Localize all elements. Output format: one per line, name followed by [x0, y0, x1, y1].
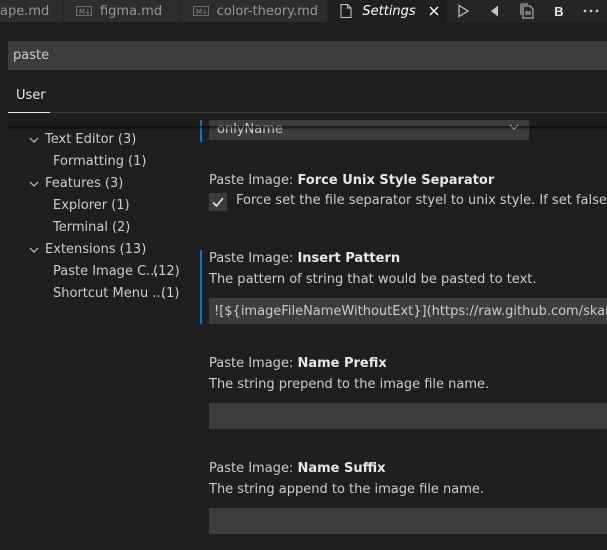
- scope-divider: [8, 112, 607, 113]
- toc-paste-image[interactable]: Paste Image C... (12): [53, 264, 180, 279]
- setting-category: Paste Image:: [209, 251, 298, 266]
- insert-pattern-input[interactable]: ![${imageFileNameWithoutExt}](https://ra…: [209, 298, 607, 324]
- tab-label: Settings: [362, 3, 416, 19]
- toc-label: Terminal: [53, 220, 108, 235]
- more-icon[interactable]: [575, 0, 607, 22]
- tab-label: figma.md: [99, 3, 163, 19]
- setting-title: Paste Image: Name Suffix: [209, 461, 386, 476]
- file-icon: [340, 4, 354, 18]
- toc-label: Text Editor: [45, 132, 114, 147]
- setting-title: Paste Image: Force Unix Style Separator: [209, 173, 494, 188]
- name-prefix-input[interactable]: [209, 403, 607, 429]
- tab-label: ape.md: [0, 3, 50, 19]
- toc-label: Paste Image C...: [53, 264, 159, 279]
- setting-description: Force set the file separator styel to un…: [236, 193, 607, 208]
- toc-explorer[interactable]: Explorer (1): [53, 198, 130, 213]
- force-unix-checkbox[interactable]: [209, 193, 227, 211]
- close-icon[interactable]: [426, 3, 442, 19]
- scroll-shadow: [8, 126, 607, 130]
- tab-label: color-theory.md: [216, 3, 319, 19]
- tab-user[interactable]: User: [16, 88, 46, 103]
- toc-count: (1): [128, 154, 147, 169]
- editor-actions: B: [447, 0, 607, 22]
- setting-key: Force Unix Style Separator: [297, 173, 495, 188]
- toc-count: (13): [119, 242, 147, 257]
- editor-tab-bar: ape.md M↓ figma.md M↓ color-theory.md Se…: [0, 0, 607, 22]
- markdown-icon: M↓: [75, 6, 92, 16]
- toc-count: (12): [153, 264, 180, 279]
- toc-label: Formatting: [53, 154, 125, 169]
- toc-formatting[interactable]: Formatting (1): [53, 154, 146, 169]
- focus-indicator: [200, 120, 202, 142]
- toc-features[interactable]: Features (3): [29, 176, 123, 191]
- modified-indicator: [200, 250, 202, 324]
- setting-category: Paste Image:: [209, 461, 298, 476]
- bold-icon[interactable]: B: [543, 0, 575, 22]
- search-value: paste: [13, 48, 50, 63]
- toc-extensions[interactable]: Extensions (13): [29, 242, 146, 257]
- setting-category: Paste Image:: [209, 356, 298, 371]
- setting-key: Name Prefix: [297, 356, 387, 371]
- open-preview-icon[interactable]: [511, 0, 543, 22]
- bold-label: B: [554, 3, 564, 19]
- chevron-down-icon: [29, 181, 39, 187]
- svg-text:M↓: M↓: [196, 8, 208, 16]
- svg-text:M↓: M↓: [79, 8, 91, 16]
- setting-title: Paste Image: Name Prefix: [209, 356, 387, 371]
- toc-text-editor[interactable]: Text Editor (3): [29, 132, 136, 147]
- toc-label: Features: [45, 176, 101, 191]
- toc-terminal[interactable]: Terminal (2): [53, 220, 130, 235]
- setting-key: Name Suffix: [297, 461, 386, 476]
- tab-color-theory-md[interactable]: M↓ color-theory.md: [180, 0, 329, 22]
- check-icon: [212, 197, 224, 208]
- go-back-icon[interactable]: [479, 0, 511, 22]
- setting-title: Paste Image: Insert Pattern: [209, 251, 400, 266]
- settings-select[interactable]: onlyName: [209, 120, 529, 140]
- name-suffix-input[interactable]: [209, 508, 607, 534]
- input-value: ![${imageFileNameWithoutExt}](https://ra…: [214, 303, 607, 319]
- toc-label: Shortcut Menu ...: [53, 286, 165, 301]
- settings-search-input[interactable]: paste: [8, 41, 607, 70]
- tab-ape-md[interactable]: ape.md: [0, 0, 64, 22]
- tab-user-underline: [8, 112, 50, 113]
- markdown-icon: M↓: [192, 6, 209, 16]
- setting-description: The string append to the image file name…: [209, 482, 485, 497]
- toc-count: (3): [104, 176, 124, 191]
- chevron-down-icon: [29, 247, 39, 253]
- chevron-down-icon: [29, 137, 39, 143]
- run-icon[interactable]: [447, 0, 479, 22]
- setting-description: The string prepend to the image file nam…: [209, 377, 490, 392]
- toc-count: (3): [117, 132, 137, 147]
- toc-count: (1): [111, 198, 130, 213]
- setting-category: Paste Image:: [209, 173, 298, 188]
- toc-label: Extensions: [45, 242, 116, 257]
- tab-figma-md[interactable]: M↓ figma.md: [63, 0, 181, 22]
- toc-count: (2): [111, 220, 131, 235]
- toc-shortcut-menu[interactable]: Shortcut Menu ... (1): [53, 286, 179, 301]
- toc-label: Explorer: [53, 198, 108, 213]
- tab-settings[interactable]: Settings: [328, 0, 447, 22]
- toc-count: (1): [161, 286, 180, 301]
- setting-key: Insert Pattern: [297, 251, 401, 266]
- setting-description: The pattern of string that would be past…: [209, 272, 537, 287]
- settings-list: onlyName Paste Image: Force Unix Style S…: [200, 120, 607, 550]
